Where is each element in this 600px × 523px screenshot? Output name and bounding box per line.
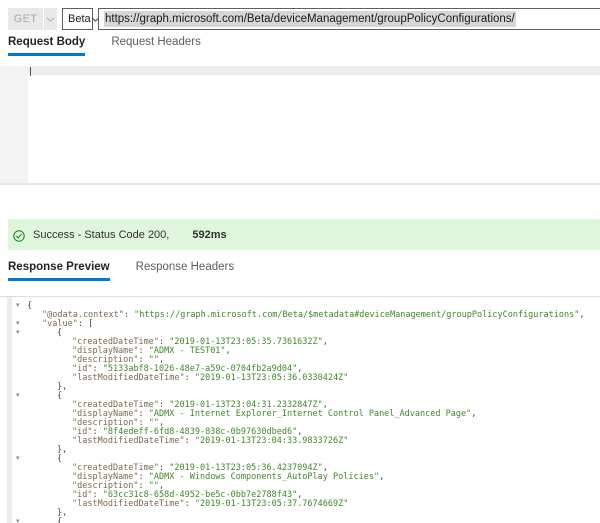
json-punctuation: , bbox=[471, 409, 477, 419]
json-line: }, bbox=[0, 509, 600, 518]
json-punctuation: , bbox=[322, 337, 328, 347]
json-string-value: "2019-01-13T23:05:36.0330424Z" bbox=[194, 373, 349, 383]
response-preview-panel[interactable]: ▾{"@odata.context": "https://graph.micro… bbox=[0, 296, 600, 523]
json-punctuation: { bbox=[57, 454, 63, 464]
json-punctuation: , bbox=[579, 310, 585, 320]
response-tabs: Response Preview Response Headers bbox=[8, 261, 234, 281]
url-input[interactable]: https://graph.microsoft.com/Beta/deviceM… bbox=[98, 8, 600, 30]
json-punctuation: : bbox=[184, 373, 195, 383]
json-key: "lastModifiedDateTime" bbox=[72, 373, 185, 383]
json-line: "lastModifiedDateTime": "2019-01-13T23:0… bbox=[0, 500, 600, 509]
collapse-toggle-icon[interactable]: ▾ bbox=[16, 328, 20, 337]
json-punctuation: : [ bbox=[77, 319, 94, 329]
json-line: "lastModifiedDateTime": "2019-01-13T23:0… bbox=[0, 374, 600, 383]
version-label: Beta bbox=[68, 13, 91, 25]
success-check-circle-icon bbox=[13, 229, 25, 242]
json-punctuation: : bbox=[184, 436, 195, 446]
tab-response-headers[interactable]: Response Headers bbox=[136, 261, 234, 281]
request-bar: GET Beta https://graph.microsoft.com/Bet… bbox=[8, 8, 600, 30]
json-line: }, bbox=[0, 446, 600, 455]
version-select[interactable]: Beta bbox=[62, 8, 100, 30]
collapse-toggle-icon[interactable]: ▾ bbox=[16, 454, 20, 463]
json-punctuation: : bbox=[123, 310, 135, 320]
json-string-value: "ADMX - Windows Components_AutoPlay Poli… bbox=[148, 472, 380, 482]
collapse-toggle-icon[interactable]: ▾ bbox=[16, 319, 20, 328]
graph-explorer-app: GET Beta https://graph.microsoft.com/Bet… bbox=[0, 0, 600, 523]
json-line: }, bbox=[0, 383, 600, 392]
json-punctuation: , bbox=[225, 346, 231, 356]
tab-request-body[interactable]: Request Body bbox=[8, 36, 86, 56]
json-punctuation: { bbox=[27, 301, 33, 311]
json-key: "lastModifiedDateTime" bbox=[72, 499, 185, 509]
collapse-toggle-icon[interactable]: ▾ bbox=[16, 517, 20, 523]
json-response-view: ▾{"@odata.context": "https://graph.micro… bbox=[0, 301, 600, 523]
json-string-value: "2019-01-13T23:04:33.9833726Z" bbox=[194, 436, 349, 446]
collapse-toggle-icon[interactable]: ▾ bbox=[16, 301, 20, 310]
editor-text-cursor bbox=[30, 67, 31, 76]
json-string-value: "ADMX - Internet Explorer_Internet Contr… bbox=[148, 409, 472, 419]
collapse-toggle-icon[interactable]: ▾ bbox=[16, 391, 20, 400]
tab-response-preview[interactable]: Response Preview bbox=[8, 261, 110, 281]
json-punctuation: : bbox=[184, 499, 195, 509]
json-line: ▾{ bbox=[0, 517, 600, 523]
json-string-value: "2019-01-13T23:05:37.7674669Z" bbox=[194, 499, 349, 509]
json-key: "lastModifiedDateTime" bbox=[72, 436, 185, 446]
method-chevron-down-icon[interactable] bbox=[44, 8, 57, 30]
request-tabs: Request Body Request Headers bbox=[8, 36, 201, 56]
json-line: "lastModifiedDateTime": "2019-01-13T23:0… bbox=[0, 437, 600, 446]
json-string-value: "https://graph.microsoft.com/Beta/$metad… bbox=[134, 310, 580, 320]
tab-request-headers[interactable]: Request Headers bbox=[111, 36, 201, 56]
method-select[interactable]: GET bbox=[8, 8, 43, 30]
url-text-selected: https://graph.microsoft.com/Beta/deviceM… bbox=[104, 11, 516, 27]
json-punctuation: { bbox=[57, 391, 63, 401]
status-duration: 592ms bbox=[192, 228, 227, 241]
json-punctuation: { bbox=[57, 517, 63, 523]
status-message: Success - Status Code 200, bbox=[33, 228, 170, 241]
method-label: GET bbox=[13, 13, 38, 25]
json-line: ▾ "value": [ bbox=[0, 319, 600, 329]
editor-gutter bbox=[0, 66, 28, 183]
json-punctuation: , bbox=[379, 472, 385, 482]
request-body-editor[interactable] bbox=[0, 66, 600, 185]
json-punctuation: { bbox=[57, 328, 63, 338]
status-bar: Success - Status Code 200, 592ms bbox=[8, 219, 600, 250]
editor-active-line bbox=[0, 66, 600, 75]
